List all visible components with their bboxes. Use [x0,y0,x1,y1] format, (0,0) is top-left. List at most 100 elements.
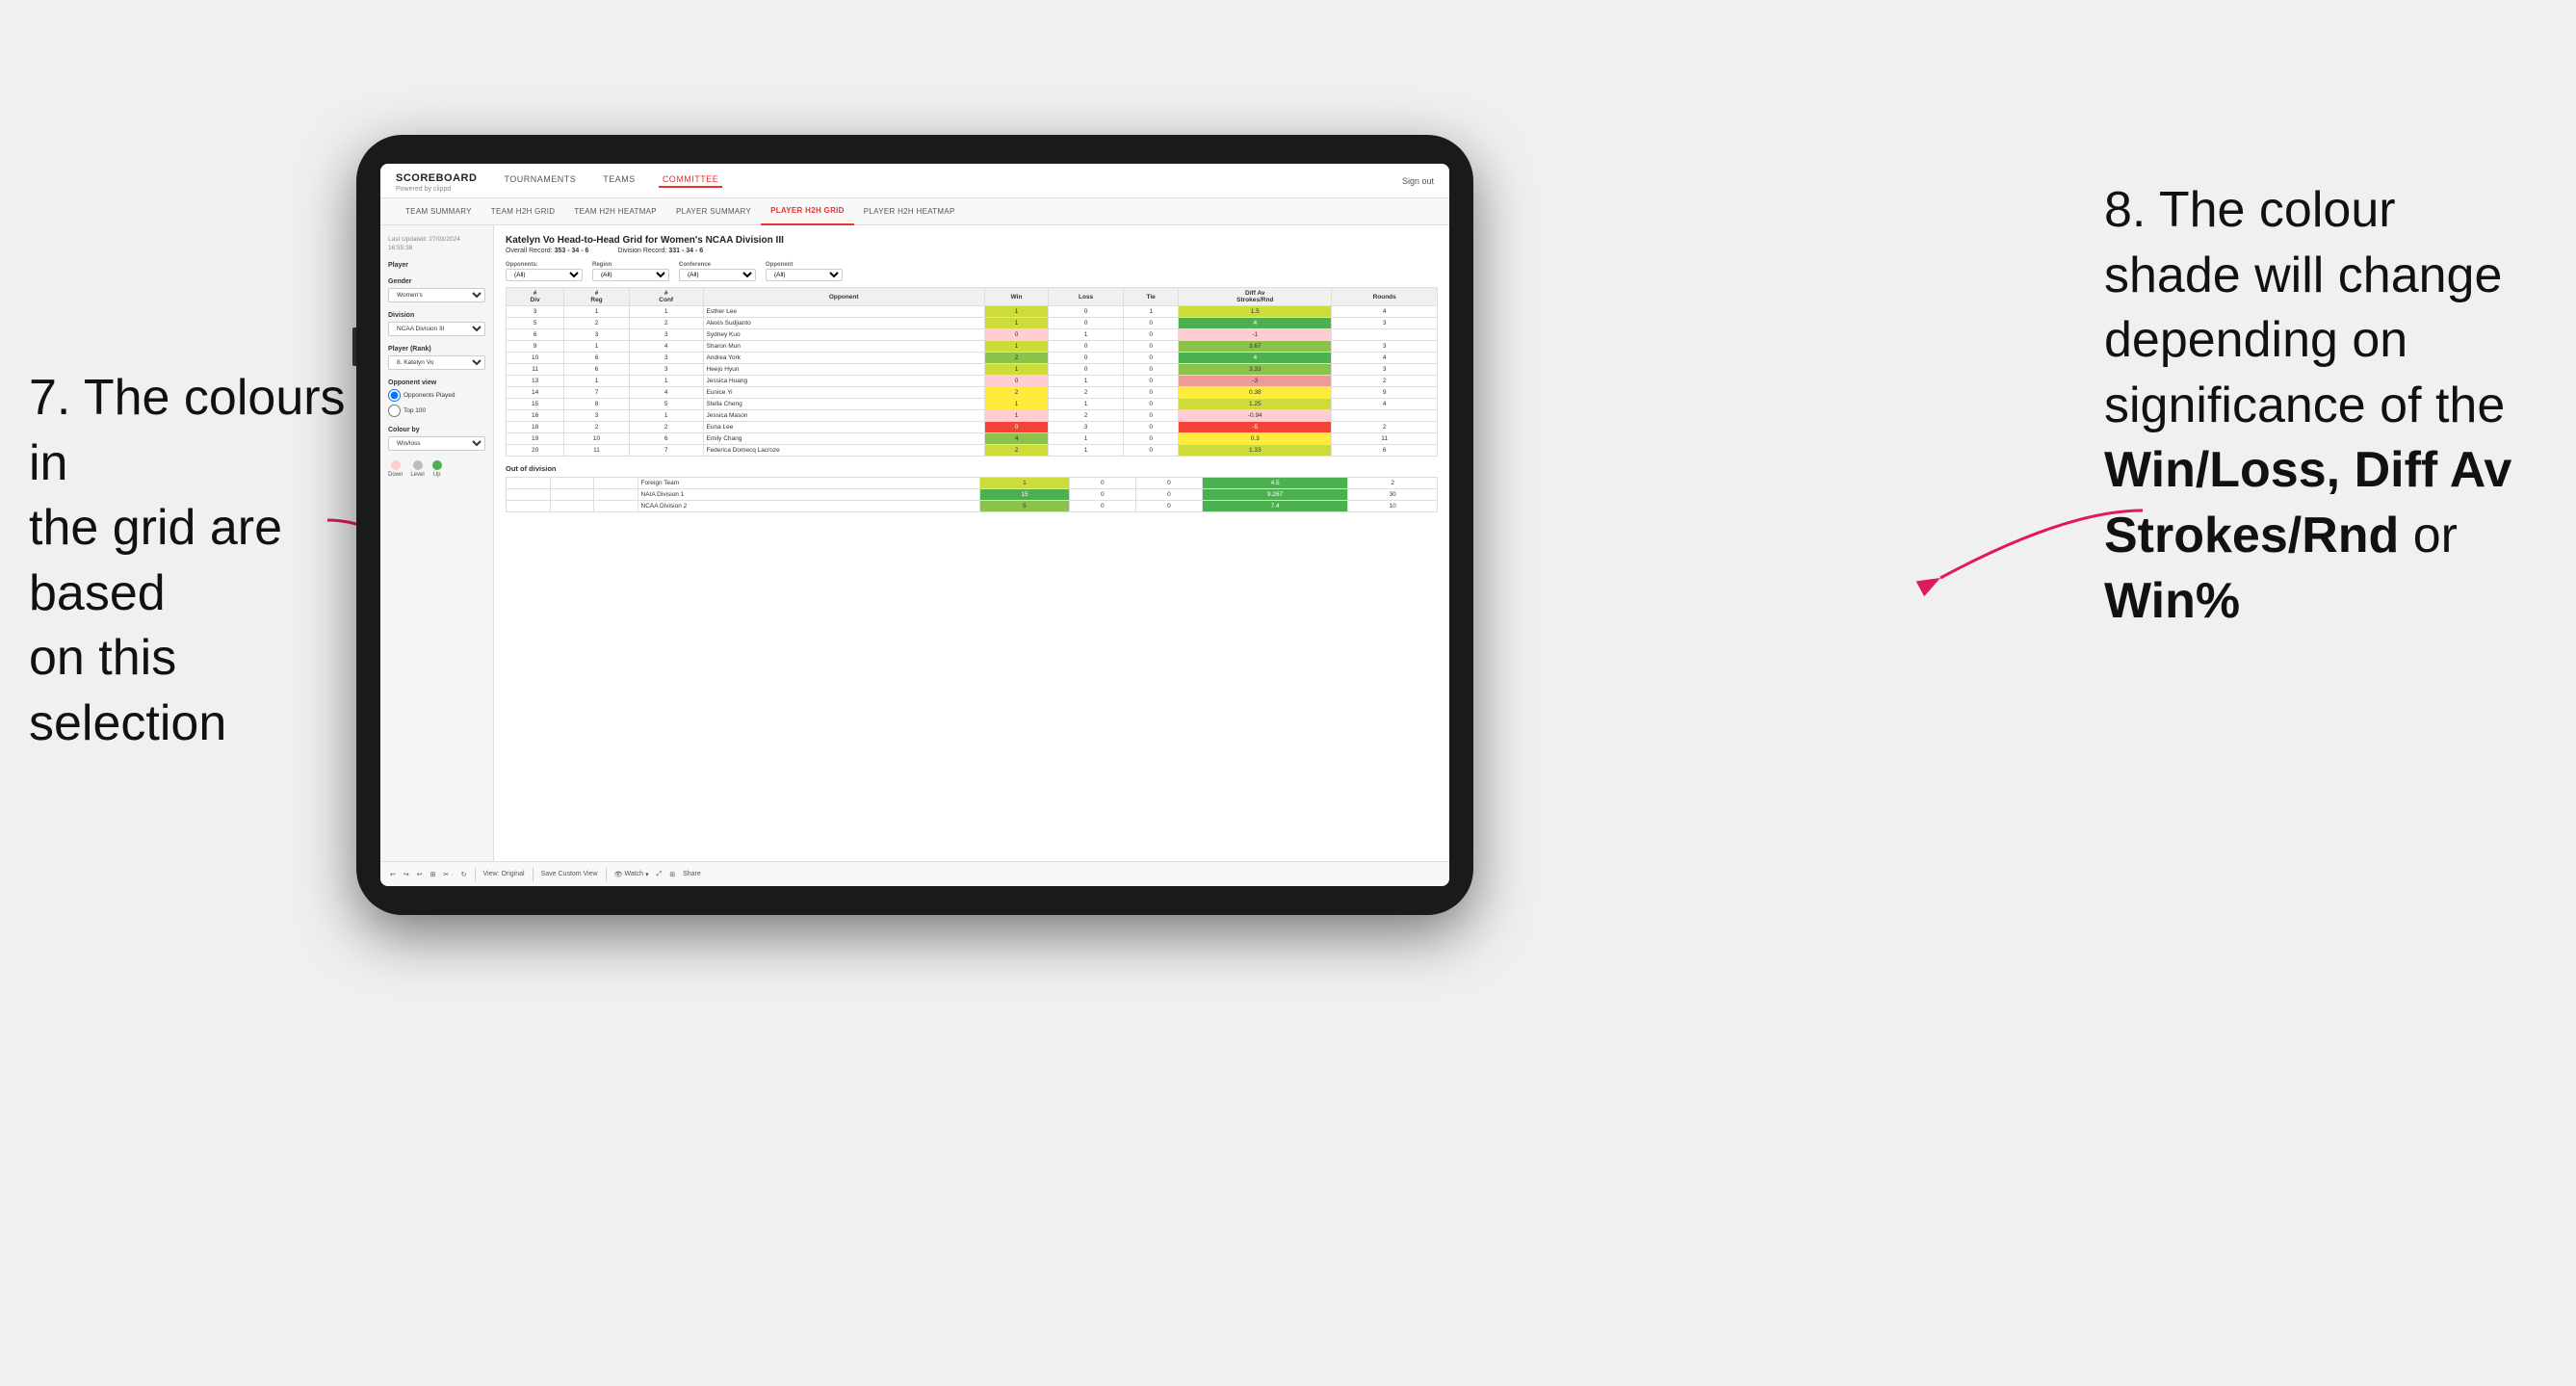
cell-div: 5 [507,318,564,329]
filter-conference-select[interactable]: (All) [679,269,756,281]
cell-win: 1 [980,478,1070,489]
toolbar-expand[interactable]: ⤢ [657,871,663,878]
cell-tie: 0 [1135,489,1202,501]
color-legend: Down Level Up [388,460,485,478]
legend-dot-level [413,460,423,470]
cell-reg: 2 [564,318,630,329]
nav-item-tournaments[interactable]: TOURNAMENTS [500,174,580,188]
cell-reg: 1 [564,376,630,387]
annotation-right-bold1: Win/Loss, [2104,442,2340,498]
sidebar-radio-opponents-input[interactable] [388,389,401,402]
sidebar-radio-top100-input[interactable] [388,405,401,417]
sidebar-opponent-view-section: Opponent view Opponents Played Top 100 [388,379,485,417]
tablet-frame: SCOREBOARD Powered by clippd TOURNAMENTS… [356,135,1473,915]
cell-diff: 4 [1179,353,1332,364]
toolbar-copy[interactable]: ⊞ [430,871,436,878]
cell-win: 1 [984,341,1048,353]
annotation-right: 8. The colour shade will change dependin… [2104,178,2547,634]
toolbar-undo[interactable]: ↩ [390,871,396,878]
sidebar-radio-top100[interactable]: Top 100 [388,405,485,417]
cell-diff: 9.267 [1202,489,1347,501]
cell-tie: 0 [1124,341,1179,353]
cell-tie: 0 [1124,376,1179,387]
toolbar-grid[interactable]: ⊞ [669,871,675,878]
cell-loss: 0 [1069,489,1135,501]
cell-rounds: 9 [1332,387,1438,399]
sidebar-division-label: Division [388,312,485,319]
cell-reg: 2 [564,422,630,433]
sidebar-radio-opponents[interactable]: Opponents Played [388,389,485,402]
cell-win: 1 [984,399,1048,410]
filter-opponent-label: Opponent [766,262,843,268]
arrow-right-icon [1912,501,2152,597]
cell-reg: 10 [564,433,630,445]
sidebar-gender-select[interactable]: Women's [388,288,485,302]
cell-name: Sydney Kuo [703,329,984,341]
toolbar-view-original[interactable]: View: Original [483,871,525,877]
cell-win: 1 [984,410,1048,422]
sub-nav-player-h2h-grid[interactable]: PLAYER H2H GRID [761,198,854,225]
cell-diff: 7.4 [1202,501,1347,512]
toolbar-refresh[interactable]: ↻ [461,871,467,878]
cell-conf: 1 [629,376,703,387]
cell-reg: 8 [564,399,630,410]
annotation-left-line1: 7. The colours in [29,370,346,491]
cell-rounds [1332,329,1438,341]
cell-rounds: 4 [1332,353,1438,364]
filter-opponent-select[interactable]: (All) [766,269,843,281]
out-of-division-row: NAIA Division 1 15 0 0 9.267 30 [507,489,1438,501]
cell-reg: 11 [564,445,630,457]
table-row: 15 8 5 Stella Cheng 1 1 0 1.25 4 [507,399,1438,410]
cell-name: Esther Lee [703,306,984,318]
toolbar-watch[interactable]: 👁 Watch ▾ [614,871,649,878]
sub-nav-player-summary[interactable]: PLAYER SUMMARY [666,198,761,225]
nav-sign-out[interactable]: Sign out [1402,176,1434,186]
legend-dot-down [391,460,401,470]
toolbar-share[interactable]: Share [683,871,701,877]
cell-loss: 1 [1049,376,1124,387]
filter-region-select[interactable]: (All) [592,269,669,281]
cell-reg: 3 [564,410,630,422]
nav-item-teams[interactable]: TEAMS [599,174,639,188]
sidebar-colour-by-section: Colour by Win/loss [388,427,485,451]
toolbar-more[interactable]: ✂ · [444,871,454,878]
cell-div: 18 [507,422,564,433]
sub-nav-team-summary[interactable]: TEAM SUMMARY [396,198,481,225]
table-row: 3 1 1 Esther Lee 1 0 1 1.5 4 [507,306,1438,318]
toolbar-redo[interactable]: ↪ [403,871,409,878]
col-header-conf: #Conf [629,288,703,306]
annotation-left-line2: the grid are based [29,500,282,621]
sidebar-colour-by-select[interactable]: Win/loss [388,436,485,451]
filter-opponents-select[interactable]: (All) [506,269,583,281]
toolbar-save-custom[interactable]: Save Custom View [541,871,598,877]
cell-rounds: 2 [1348,478,1438,489]
cell-name: Alexis Sudjianto [703,318,984,329]
cell-diff: -0.94 [1179,410,1332,422]
cell-tie: 0 [1124,364,1179,376]
cell-loss: 0 [1069,501,1135,512]
cell-tie: 0 [1135,478,1202,489]
top-nav: SCOREBOARD Powered by clippd TOURNAMENTS… [380,164,1449,198]
sidebar-player-rank-select[interactable]: 8. Katelyn Vo [388,355,485,370]
out-of-division-row: NCAA Division 2 5 0 0 7.4 10 [507,501,1438,512]
cell-div: 6 [507,329,564,341]
filter-opponents: Opponents: (All) [506,262,583,281]
cell-conf: 1 [629,306,703,318]
cell-name: Emily Chang [703,433,984,445]
sidebar-division-select[interactable]: NCAA Division III [388,322,485,336]
sub-nav-team-h2h-grid[interactable]: TEAM H2H GRID [481,198,565,225]
cell-conf: 3 [629,353,703,364]
grid-title: Katelyn Vo Head-to-Head Grid for Women's… [506,235,1438,246]
cell-loss: 0 [1049,306,1124,318]
cell-name: Foreign Team [637,478,980,489]
nav-item-committee[interactable]: COMMITTEE [659,174,723,188]
cell-div: 9 [507,341,564,353]
sub-nav-team-h2h-heatmap[interactable]: TEAM H2H HEATMAP [564,198,666,225]
cell-win: 2 [984,445,1048,457]
main-data-table: #Div #Reg #Conf Opponent Win Loss Tie Di… [506,287,1438,457]
table-row: 5 2 2 Alexis Sudjianto 1 0 0 4 3 [507,318,1438,329]
cell-tie: 0 [1124,387,1179,399]
sub-nav-player-h2h-heatmap[interactable]: PLAYER H2H HEATMAP [854,198,965,225]
cell-name: Stella Cheng [703,399,984,410]
toolbar-step-back[interactable]: ↩ [417,871,423,878]
